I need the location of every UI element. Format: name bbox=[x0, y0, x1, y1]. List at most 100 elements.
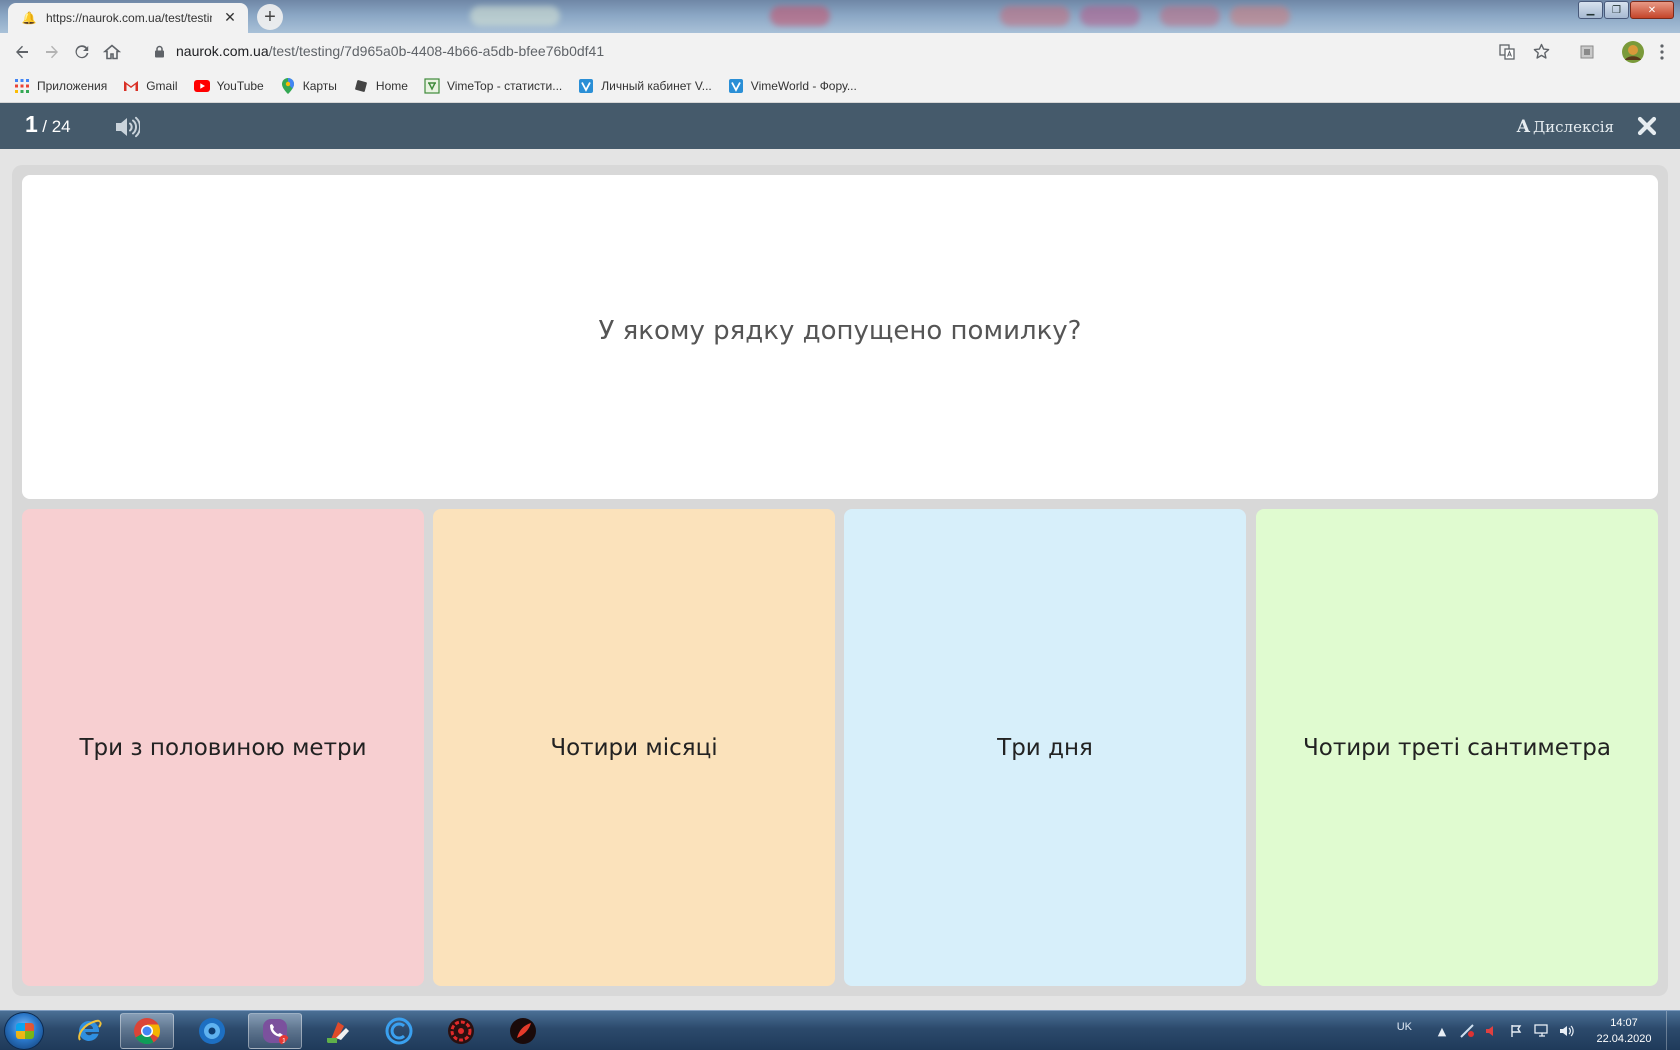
new-tab-button[interactable]: + bbox=[257, 4, 283, 30]
forward-arrow-icon[interactable] bbox=[37, 37, 67, 67]
browser-toolbar: naurok.com.ua/test/testing/7d965a0b-4408… bbox=[0, 33, 1680, 70]
volume-tray-icon[interactable] bbox=[1557, 1021, 1577, 1041]
bookmark-label: Карты bbox=[302, 79, 337, 93]
bookmark-home[interactable]: Home bbox=[353, 78, 408, 94]
windows-taskbar: 1 UK ▲ 14:07 22.04.2020 bbox=[0, 1010, 1680, 1050]
url-text: naurok.com.ua/test/testing/7d965a0b-4408… bbox=[176, 43, 604, 59]
answer-option-4[interactable]: Чотири треті сантиметра bbox=[1256, 509, 1658, 986]
desktop-decoration bbox=[1230, 6, 1290, 26]
translate-icon[interactable] bbox=[1492, 37, 1522, 67]
question-counter: 1 / 24 bbox=[25, 111, 71, 138]
bookmark-label: Gmail bbox=[146, 79, 178, 93]
c-logo-icon bbox=[385, 1017, 413, 1045]
extension-icon[interactable] bbox=[1572, 37, 1602, 67]
browser-menu-icon[interactable] bbox=[1652, 37, 1672, 67]
viber-icon: 1 bbox=[263, 1019, 289, 1045]
url-path: /test/testing/7d965a0b-4408-4b66-a5db-bf… bbox=[268, 43, 605, 59]
answer-option-1[interactable]: Три з половиною метри bbox=[22, 509, 424, 986]
bookmark-vimetop[interactable]: VimeTop - статисти... bbox=[424, 78, 562, 94]
url-host: naurok.com.ua bbox=[176, 43, 269, 59]
system-clock[interactable]: 14:07 22.04.2020 bbox=[1588, 1015, 1660, 1047]
youtube-icon bbox=[193, 78, 210, 94]
bookmark-star-icon[interactable] bbox=[1526, 37, 1556, 67]
show-hidden-icons-icon[interactable]: ▲ bbox=[1432, 1021, 1452, 1041]
answer-text: Три з половиною метри bbox=[79, 734, 367, 761]
profile-avatar-icon[interactable] bbox=[1618, 37, 1648, 67]
taskbar-internet-explorer[interactable] bbox=[62, 1013, 116, 1049]
action-center-flag-icon[interactable] bbox=[1507, 1021, 1527, 1041]
question-card: У якому рядку допущено помилку? bbox=[22, 175, 1658, 499]
browser-tab-active[interactable]: 🔔 https://naurok.com.ua/test/testing/7d9… bbox=[8, 3, 248, 33]
gmail-icon bbox=[123, 78, 139, 94]
desktop-decoration bbox=[770, 6, 830, 26]
clock-time: 14:07 bbox=[1610, 1017, 1638, 1029]
answer-options: Три з половиною метри Чотири місяці Три … bbox=[22, 509, 1658, 986]
reload-icon[interactable] bbox=[67, 37, 97, 67]
desktop-decoration bbox=[1080, 6, 1140, 26]
desktop-decoration bbox=[1000, 6, 1070, 26]
bookmark-gmail[interactable]: Gmail bbox=[123, 78, 178, 94]
vimetop-icon bbox=[424, 78, 440, 94]
show-desktop-button[interactable] bbox=[1666, 1011, 1680, 1050]
bookmark-apps[interactable]: Приложения bbox=[14, 78, 107, 94]
display-network-icon[interactable] bbox=[1532, 1021, 1552, 1041]
network-tray-icon[interactable] bbox=[1457, 1021, 1477, 1041]
media-app-icon bbox=[199, 1018, 225, 1044]
quiz-stage: У якому рядку допущено помилку? Три з по… bbox=[12, 165, 1668, 996]
desktop-decoration bbox=[470, 6, 560, 26]
internet-explorer-icon bbox=[78, 1019, 102, 1041]
close-quiz-icon[interactable] bbox=[1636, 115, 1658, 137]
bookmark-label: YouTube bbox=[216, 79, 264, 93]
bookmark-label: Приложения bbox=[37, 79, 108, 93]
taskbar-viber[interactable]: 1 bbox=[248, 1013, 302, 1049]
home-icon[interactable] bbox=[97, 37, 127, 67]
answer-text: Три дня bbox=[997, 734, 1093, 761]
speaker-icon[interactable] bbox=[114, 116, 142, 138]
apps-grid-icon bbox=[14, 78, 30, 94]
speaker-red-tray-icon[interactable] bbox=[1482, 1021, 1502, 1041]
close-window-button[interactable]: ✕ bbox=[1630, 1, 1674, 19]
quiz-header: 1 / 24 A Дислексія bbox=[0, 103, 1680, 149]
bookmarks-bar: Приложения Gmail YouTube Карты Home Vime… bbox=[0, 70, 1680, 103]
taskbar-ccleaner[interactable] bbox=[310, 1013, 364, 1049]
system-tray: UK ▲ 14:07 22.04.2020 bbox=[1397, 1011, 1680, 1050]
start-button[interactable] bbox=[4, 1012, 44, 1050]
bookmark-vimeworld-forum[interactable]: VimeWorld - Фору... bbox=[728, 78, 857, 94]
dyslexia-letter: A bbox=[1516, 117, 1530, 137]
loading-bell-icon: 🔔 bbox=[21, 11, 37, 25]
bookmark-youtube[interactable]: YouTube bbox=[193, 78, 264, 94]
answer-text: Чотири місяці bbox=[550, 734, 718, 761]
lock-icon[interactable] bbox=[152, 44, 166, 58]
window-controls: ▁ ❐ ✕ bbox=[1578, 1, 1674, 19]
red-feather-icon bbox=[510, 1018, 536, 1044]
bookmark-label: Личный кабинет V... bbox=[601, 79, 712, 93]
browser-tab-strip: 🔔 https://naurok.com.ua/test/testing/7d9… bbox=[0, 0, 1680, 33]
question-text: У якому рядку допущено помилку? bbox=[598, 316, 1082, 346]
bookmark-maps[interactable]: Карты bbox=[280, 78, 337, 94]
dyslexia-font-toggle[interactable]: A Дислексія bbox=[1517, 117, 1614, 137]
tab-close-icon[interactable]: ✕ bbox=[222, 10, 238, 26]
bookmark-label: VimeWorld - Фору... bbox=[750, 79, 857, 93]
vimeworld-icon bbox=[578, 78, 594, 94]
address-bar[interactable]: naurok.com.ua/test/testing/7d965a0b-4408… bbox=[142, 36, 1562, 66]
restore-window-button[interactable]: ❐ bbox=[1604, 1, 1629, 19]
answer-option-2[interactable]: Чотири місяці bbox=[433, 509, 835, 986]
desktop-decoration bbox=[1160, 6, 1220, 26]
taskbar-chrome[interactable] bbox=[120, 1013, 174, 1049]
red-gear-icon bbox=[448, 1018, 474, 1044]
bookmark-label: Home bbox=[375, 79, 408, 93]
taskbar-game-app[interactable] bbox=[434, 1013, 488, 1049]
taskbar-cinema-app[interactable] bbox=[372, 1013, 426, 1049]
back-arrow-icon[interactable] bbox=[7, 37, 37, 67]
answer-option-3[interactable]: Три дня bbox=[844, 509, 1246, 986]
minimize-window-button[interactable]: ▁ bbox=[1578, 1, 1603, 19]
bookmark-vimeworld-cabinet[interactable]: Личный кабинет V... bbox=[578, 78, 712, 94]
answer-text: Чотири треті сантиметра bbox=[1302, 734, 1611, 761]
maps-pin-icon bbox=[280, 78, 296, 94]
vimeworld-icon bbox=[728, 78, 744, 94]
taskbar-app-blue[interactable] bbox=[185, 1013, 239, 1049]
tab-title: https://naurok.com.ua/test/testing/7d965… bbox=[46, 11, 212, 25]
input-language[interactable]: UK bbox=[1397, 1021, 1412, 1033]
taskbar-red-app[interactable] bbox=[496, 1013, 550, 1049]
home-bookmark-icon bbox=[353, 78, 369, 94]
